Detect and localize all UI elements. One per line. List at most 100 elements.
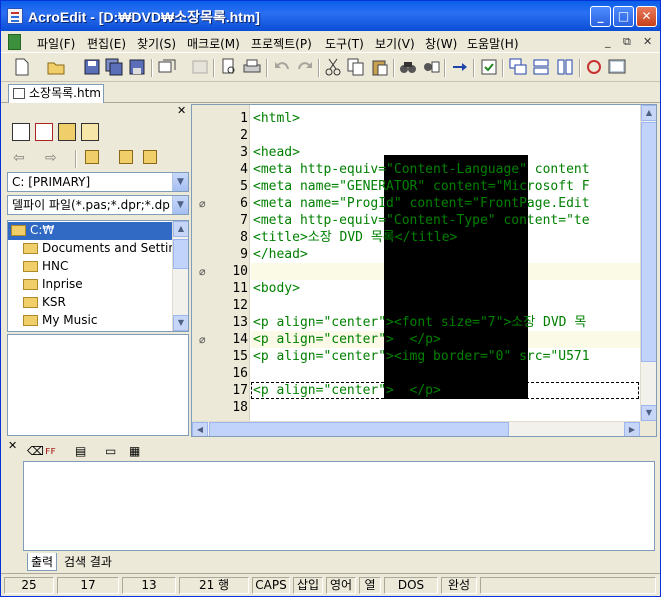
output-text-area[interactable] (23, 461, 655, 551)
tile-vertical-icon[interactable] (556, 58, 574, 76)
scroll-up-icon[interactable]: ▲ (173, 221, 188, 237)
tree-item[interactable]: Documents and Settings (20, 240, 188, 258)
project-view-icon[interactable] (81, 123, 99, 141)
forward-arrow-icon[interactable]: ⇨ (45, 150, 63, 168)
tab-output[interactable]: 출력 (27, 553, 58, 571)
mdi-close-icon[interactable]: ✕ (643, 35, 652, 48)
undo-icon[interactable] (273, 58, 291, 76)
scroll-left-icon[interactable]: ◀ (192, 422, 208, 436)
status-col: 17 (57, 577, 119, 594)
drive-select[interactable]: C: [PRIMARY] ▼ (7, 172, 189, 192)
project-close-icon[interactable] (191, 58, 209, 76)
scroll-down-icon[interactable]: ▼ (173, 315, 188, 331)
menu-macro[interactable]: 매크로(M) (187, 35, 240, 52)
find-icon[interactable] (399, 58, 417, 76)
scroll-down-icon[interactable]: ▼ (641, 405, 656, 421)
menu-file[interactable]: 파일(F) (37, 35, 75, 52)
favorites-icon[interactable] (35, 123, 53, 141)
save-icon[interactable] (83, 58, 101, 76)
editor-vertical-scrollbar[interactable]: ▲ ▼ (640, 105, 656, 423)
tree-item[interactable]: Inprise (20, 276, 83, 294)
line-number: 13 (232, 315, 248, 330)
print-preview-icon[interactable] (220, 58, 238, 76)
minimize-button[interactable]: _ (590, 6, 611, 27)
open-folder-icon[interactable] (47, 58, 65, 76)
code-editor[interactable]: ⌀ ⌀ ⌀ 1 2 3 4 5 6 7 8 9 10 11 12 13 14 1… (191, 104, 657, 437)
menu-find[interactable]: 찾기(S) (137, 35, 176, 52)
project-icon[interactable] (158, 58, 176, 76)
eraser-icon[interactable]: ⌫ (27, 444, 44, 458)
menu-window[interactable]: 창(W) (425, 35, 457, 52)
tree-item[interactable]: My Music (20, 312, 97, 330)
line-number: 10 (232, 264, 248, 279)
toolbar-separator (318, 59, 320, 77)
pane-close-icon[interactable]: ✕ (177, 104, 186, 117)
tree-scrollbar[interactable]: ▲ ▼ (172, 221, 188, 331)
cascade-windows-icon[interactable] (509, 58, 527, 76)
explorer-view-icon[interactable] (12, 123, 30, 141)
cut-icon[interactable] (324, 58, 342, 76)
file-list[interactable] (7, 334, 189, 436)
mdi-minimize-icon[interactable]: _ (605, 35, 611, 48)
chevron-down-icon[interactable]: ▼ (172, 196, 188, 214)
tree-item-root[interactable]: C:₩ (8, 222, 172, 240)
file-filter-select[interactable]: 델파이 파일(*.pas;*.dpr;*.dp ▼ (7, 195, 189, 215)
app-icon[interactable] (7, 8, 23, 24)
paste-icon[interactable] (371, 58, 389, 76)
check-list-icon[interactable] (480, 58, 498, 76)
detail-view-icon[interactable]: ▦ (129, 444, 140, 458)
scroll-right-icon[interactable]: ▶ (624, 422, 640, 436)
replace-icon[interactable] (422, 58, 440, 76)
folder-view-icon[interactable] (58, 123, 76, 141)
copy-icon[interactable] (347, 58, 365, 76)
maximize-button[interactable]: □ (613, 6, 634, 27)
folder-open-icon (11, 225, 26, 236)
chevron-down-icon[interactable]: ▼ (172, 173, 188, 191)
back-arrow-icon[interactable]: ⇦ (13, 150, 31, 168)
save-all-icon[interactable] (105, 58, 123, 76)
close-button[interactable]: ✕ (636, 6, 657, 27)
tab-search-results[interactable]: 검색 결과 (61, 553, 115, 570)
menu-edit[interactable]: 편집(E) (87, 35, 126, 52)
font-icon[interactable]: ꜰꜰ (45, 444, 56, 457)
scroll-up-icon[interactable]: ▲ (641, 105, 656, 121)
menu-help[interactable]: 도움말(H) (467, 35, 519, 52)
scroll-thumb[interactable] (641, 122, 656, 362)
document-menu-icon[interactable] (8, 34, 21, 50)
bookmark-gutter[interactable]: ⌀ ⌀ ⌀ (192, 105, 220, 423)
window-title: AcroEdit - [D:₩DVD₩소장목록.htm] (28, 9, 260, 25)
print-icon[interactable] (243, 58, 261, 76)
menu-tools[interactable]: 도구(T) (325, 35, 364, 52)
mdi-restore-icon[interactable]: ⧉ (623, 35, 631, 49)
new-folder-icon[interactable] (119, 150, 133, 164)
menu-view[interactable]: 보기(V) (375, 35, 415, 52)
tile-horizontal-icon[interactable] (532, 58, 550, 76)
line-number: 5 (240, 179, 248, 194)
editor-horizontal-scrollbar[interactable]: ◀ ▶ (192, 421, 640, 436)
title-bar[interactable]: AcroEdit - [D:₩DVD₩소장목록.htm] _ □ ✕ (1, 1, 660, 31)
folder-up-icon[interactable] (85, 150, 99, 164)
scroll-thumb[interactable] (173, 239, 188, 269)
status-column-mode: 열 (359, 577, 381, 594)
toolbar-separator (502, 59, 504, 77)
tab-document[interactable]: 소장목록.htm (8, 84, 104, 103)
tree-item[interactable]: HNC (20, 258, 68, 276)
tree-item[interactable]: KSR (20, 294, 66, 312)
html-file-icon (13, 88, 25, 99)
output-file-icon[interactable]: ▤ (75, 444, 86, 458)
scroll-thumb[interactable] (209, 422, 509, 436)
folder-icon (23, 279, 38, 290)
menu-project[interactable]: 프로젝트(P) (251, 35, 312, 52)
fullscreen-icon[interactable] (608, 58, 626, 76)
new-file-icon[interactable] (13, 58, 31, 76)
refresh-icon[interactable] (585, 58, 603, 76)
list-view-icon[interactable]: ▭ (105, 444, 116, 458)
goto-line-icon[interactable] (451, 58, 469, 76)
code-text-area[interactable]: <html> <head> <meta http-equiv="Content-… (251, 105, 641, 423)
toolbar-separator (444, 59, 446, 77)
save-as-icon[interactable] (128, 58, 146, 76)
line-numbers: 1 2 3 4 5 6 7 8 9 10 11 12 13 14 15 16 1… (220, 105, 250, 423)
redo-icon[interactable] (296, 58, 314, 76)
folder-options-icon[interactable] (143, 150, 157, 164)
pane-close-icon[interactable]: ✕ (8, 439, 17, 452)
